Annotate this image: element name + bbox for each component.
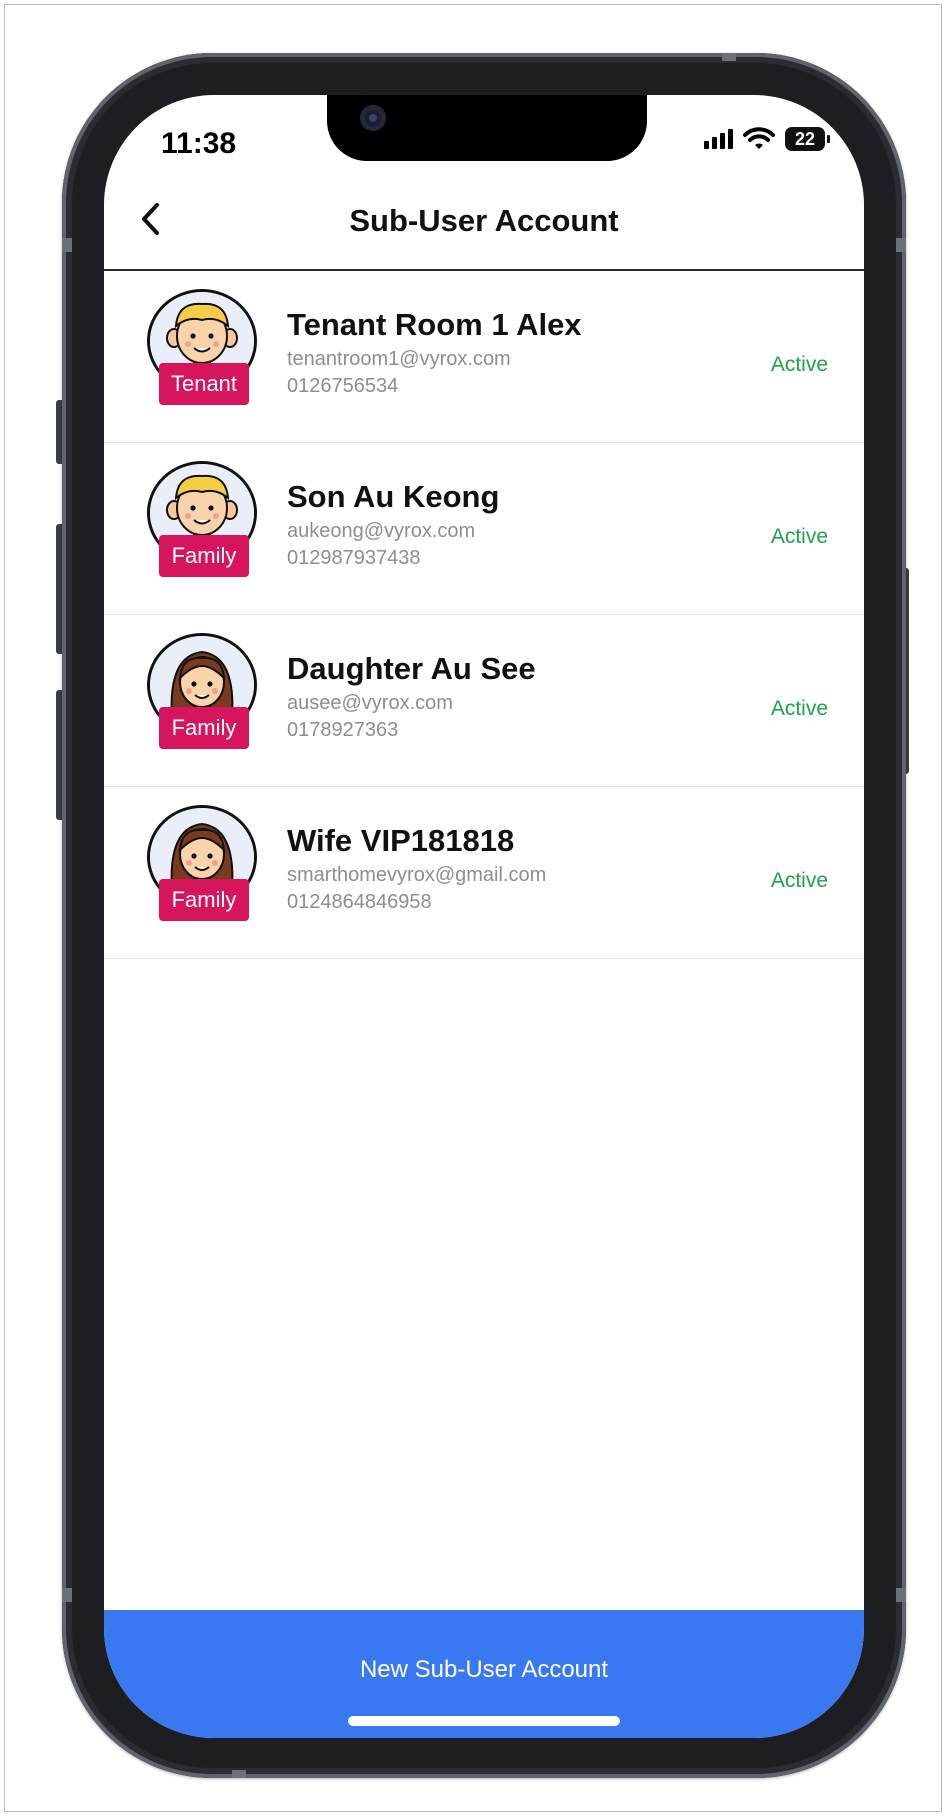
- role-badge: Tenant: [159, 363, 249, 405]
- user-row[interactable]: Family Wife VIP181818 smarthomevyrox@gmail…: [104, 787, 864, 959]
- user-row[interactable]: Tenant Tenant Room 1 Alex tenantroom1@vyro…: [104, 271, 864, 443]
- new-sub-user-button[interactable]: New Sub-User Account: [104, 1656, 864, 1684]
- wifi-icon: [743, 127, 775, 149]
- user-phone: 0178927363: [287, 719, 399, 741]
- user-name: Daughter Au See: [287, 651, 536, 686]
- nav-bar: Sub-User Account: [104, 173, 864, 271]
- role-badge: Family: [159, 535, 249, 577]
- bottom-action-bar: New Sub-User Account: [104, 1610, 864, 1738]
- sub-user-list: Tenant Tenant Room 1 Alex tenantroom1@vyro…: [104, 271, 864, 959]
- page-title: Sub-User Account: [349, 203, 619, 238]
- user-email: tenantroom1@vyrox.com: [287, 348, 511, 370]
- front-camera: [360, 105, 386, 131]
- user-phone: 012987937438: [287, 547, 421, 569]
- status-label: Active: [770, 697, 828, 720]
- battery-icon: 22: [785, 127, 830, 151]
- user-row[interactable]: Family Daughter Au See ausee@vyrox.com 0178…: [104, 615, 864, 787]
- user-phone: 0124864846958: [287, 891, 432, 913]
- user-email: aukeong@vyrox.com: [287, 520, 476, 542]
- user-name: Tenant Room 1 Alex: [287, 307, 582, 342]
- user-name: Son Au Keong: [287, 479, 500, 514]
- role-badge: Family: [159, 879, 249, 921]
- user-phone: 0126756534: [287, 375, 399, 397]
- user-email: ausee@vyrox.com: [287, 692, 453, 714]
- status-label: Active: [770, 353, 828, 376]
- role-badge: Family: [159, 707, 249, 749]
- status-label: Active: [770, 525, 828, 548]
- status-icons: 22: [704, 127, 830, 151]
- app-screen: 11:38 22 Sub-User Account Tenant Tenant …: [104, 95, 864, 1738]
- user-name: Wife VIP181818: [287, 823, 515, 858]
- signal-icon: [704, 129, 733, 149]
- home-indicator[interactable]: [348, 1716, 620, 1726]
- status-time: 11:38: [161, 127, 237, 160]
- user-email: smarthomevyrox@gmail.com: [287, 864, 547, 886]
- status-label: Active: [770, 869, 828, 892]
- user-row[interactable]: Family Son Au Keong aukeong@vyrox.com 01298…: [104, 443, 864, 615]
